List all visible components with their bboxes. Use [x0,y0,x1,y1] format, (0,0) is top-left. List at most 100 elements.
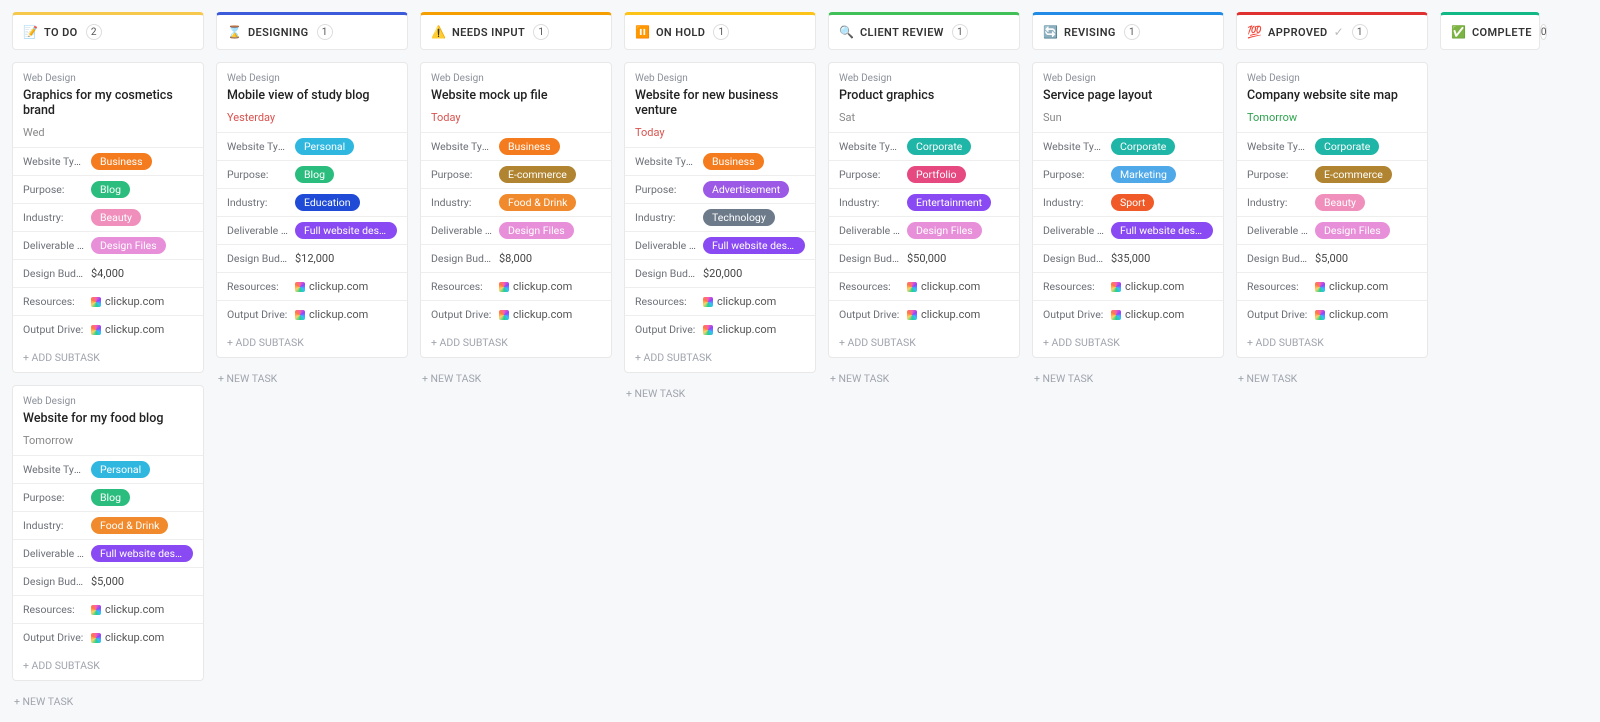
tag-pill[interactable]: E-commerce [1315,166,1392,183]
clickup-icon [907,282,917,292]
resource-link[interactable]: clickup.com [1315,308,1388,321]
add-subtask-button[interactable]: + ADD SUBTASK [625,343,815,372]
add-subtask-button[interactable]: + ADD SUBTASK [1033,328,1223,357]
new-task-button[interactable]: + NEW TASK [624,385,816,402]
new-task-button[interactable]: + NEW TASK [420,370,612,387]
tag-pill[interactable]: Business [499,138,560,155]
tag-pill[interactable]: Food & Drink [499,194,576,211]
field-row-purpose: Purpose: E-commerce [421,160,611,188]
task-card[interactable]: Web DesignProduct graphicsSatWebsite Typ… [828,62,1020,358]
new-task-button[interactable]: + NEW TASK [216,370,408,387]
resource-link[interactable]: clickup.com [91,323,164,336]
field-row-website_type: Website Type:Business [13,147,203,175]
field-label: Website Type: [23,463,85,476]
add-subtask-button[interactable]: + ADD SUBTASK [13,343,203,372]
column-header[interactable]: 🔄REVISING1 [1032,12,1224,50]
task-card[interactable]: Web DesignGraphics for my cosmetics bran… [12,62,204,373]
column-header[interactable]: ⏸️ON HOLD1 [624,12,816,50]
tag-pill[interactable]: Blog [295,166,334,183]
card-date: Today [635,126,805,139]
column-header[interactable]: 📝TO DO2 [12,12,204,50]
column-status-icon: ⏸️ [635,25,650,39]
new-task-button[interactable]: + NEW TASK [1032,370,1224,387]
tag-pill[interactable]: Full website design and lay… [295,222,397,239]
tag-pill[interactable]: Design Files [907,222,982,239]
field-label: Deliverable … [839,224,901,237]
tag-pill[interactable]: Corporate [1111,138,1175,155]
tag-pill[interactable]: Corporate [1315,138,1379,155]
card-head: Web DesignGraphics for my cosmetics bran… [13,63,203,147]
tag-pill[interactable]: Corporate [907,138,971,155]
field-value: $8,000 [499,252,532,265]
task-card[interactable]: Web DesignService page layoutSunWebsite … [1032,62,1224,358]
tag-pill[interactable]: Sport [1111,194,1154,211]
field-label: Deliverable … [1043,224,1105,237]
field-label: Resources: [23,295,85,308]
clickup-icon [91,605,101,615]
add-subtask-button[interactable]: + ADD SUBTASK [1237,328,1427,357]
add-subtask-button[interactable]: + ADD SUBTASK [421,328,611,357]
resource-link[interactable]: clickup.com [703,323,776,336]
resource-link[interactable]: clickup.com [295,280,368,293]
tag-pill[interactable]: Technology [703,209,775,226]
tag-pill[interactable]: Full website design and lay… [1111,222,1213,239]
new-task-button[interactable]: + NEW TASK [828,370,1020,387]
tag-pill[interactable]: Personal [295,138,354,155]
resource-link[interactable]: clickup.com [907,308,980,321]
column-header[interactable]: 🔍CLIENT REVIEW1 [828,12,1020,50]
add-subtask-button[interactable]: + ADD SUBTASK [217,328,407,357]
tag-pill[interactable]: Marketing [1111,166,1176,183]
resource-link[interactable]: clickup.com [499,280,572,293]
tag-pill[interactable]: E-commerce [499,166,576,183]
tag-pill[interactable]: Beauty [1315,194,1365,211]
tag-pill[interactable]: Design Files [499,222,574,239]
tag-pill[interactable]: Blog [91,181,130,198]
task-card[interactable]: Web DesignMobile view of study blogYeste… [216,62,408,358]
resource-link[interactable]: clickup.com [499,308,572,321]
resource-link[interactable]: clickup.com [703,295,776,308]
tag-pill[interactable]: Food & Drink [91,517,168,534]
resource-link[interactable]: clickup.com [1111,280,1184,293]
column-header[interactable]: ⚠️NEEDS INPUT1 [420,12,612,50]
resource-link[interactable]: clickup.com [907,280,980,293]
resource-link[interactable]: clickup.com [91,603,164,616]
tag-pill[interactable]: Portfolio [907,166,966,183]
column-header[interactable]: ✅COMPLETE0 [1440,12,1540,50]
task-card[interactable]: Web DesignWebsite for new business ventu… [624,62,816,373]
task-card[interactable]: Web DesignWebsite for my food blogTomorr… [12,385,204,681]
tag-pill[interactable]: Personal [91,461,150,478]
resource-link[interactable]: clickup.com [91,631,164,644]
resource-link[interactable]: clickup.com [1111,308,1184,321]
tag-pill[interactable]: Full website design and lay… [703,237,805,254]
tag-pill[interactable]: Entertainment [907,194,991,211]
add-subtask-button[interactable]: + ADD SUBTASK [829,328,1019,357]
clickup-icon [295,282,305,292]
tag-pill[interactable]: Design Files [91,237,166,254]
resource-link[interactable]: clickup.com [91,295,164,308]
field-label: Purpose: [431,168,493,181]
resource-link[interactable]: clickup.com [295,308,368,321]
task-card[interactable]: Web DesignCompany website site mapTomorr… [1236,62,1428,358]
tag-pill[interactable]: Full website design and lay… [91,545,193,562]
column-title: DESIGNING [248,26,309,39]
tag-pill[interactable]: Business [91,153,152,170]
tag-pill[interactable]: Blog [91,489,130,506]
column-header[interactable]: 💯APPROVED✓1 [1236,12,1428,50]
tag-pill[interactable]: Advertisement [703,181,789,198]
tag-pill[interactable]: Education [295,194,360,211]
new-task-button[interactable]: + NEW TASK [1236,370,1428,387]
link-text: clickup.com [1329,308,1388,321]
column-header[interactable]: ⌛DESIGNING1 [216,12,408,50]
column-title: CLIENT REVIEW [860,26,944,39]
link-text: clickup.com [513,308,572,321]
tag-pill[interactable]: Business [703,153,764,170]
new-task-button[interactable]: + NEW TASK [12,693,204,710]
resource-link[interactable]: clickup.com [1315,280,1388,293]
clickup-icon [91,325,101,335]
field-row-budget: Design Budg…$5,000 [1237,244,1427,272]
tag-pill[interactable]: Beauty [91,209,141,226]
tag-pill[interactable]: Design Files [1315,222,1390,239]
add-subtask-button[interactable]: + ADD SUBTASK [13,651,203,680]
task-card[interactable]: Web DesignWebsite mock up fileTodayWebsi… [420,62,612,358]
field-row-resources: Resources:clickup.com [421,272,611,300]
